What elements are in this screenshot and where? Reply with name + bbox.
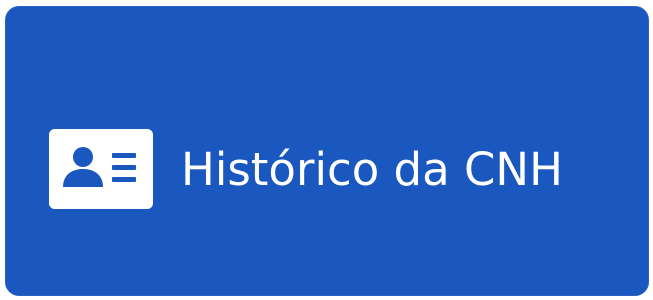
id-card-icon — [49, 129, 153, 209]
cnh-history-button[interactable]: Histórico da CNH — [5, 6, 649, 296]
cnh-history-label: Histórico da CNH — [181, 143, 563, 196]
page: Histórico da CNH — [0, 0, 653, 300]
